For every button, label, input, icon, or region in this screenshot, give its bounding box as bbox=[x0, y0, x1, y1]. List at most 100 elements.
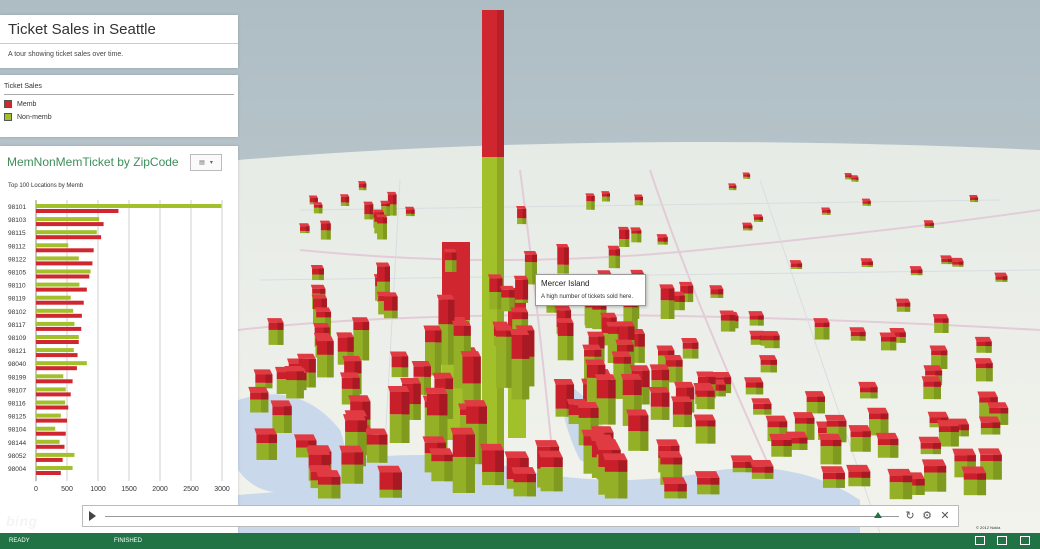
map-data-bar-top bbox=[601, 191, 610, 194]
map-data-bar-top bbox=[670, 396, 692, 403]
bing-logo: bing bbox=[6, 513, 38, 529]
map-data-bar bbox=[411, 213, 415, 217]
map-data-bar bbox=[478, 406, 487, 424]
map-data-bar-top bbox=[858, 381, 878, 388]
map-data-bar bbox=[522, 208, 527, 219]
bar-non-memb bbox=[36, 256, 79, 261]
map-data-bar bbox=[684, 414, 692, 428]
refresh-icon[interactable]: ↻ bbox=[903, 509, 917, 523]
status-bar: READY FINISHED bbox=[0, 533, 1040, 549]
map-data-bar-top bbox=[681, 337, 699, 343]
map-data-bar bbox=[434, 330, 442, 343]
map-data-bar-top bbox=[861, 198, 871, 202]
bar-non-memb bbox=[36, 295, 71, 300]
map-data-bar bbox=[608, 398, 616, 425]
x-tick-label: 1500 bbox=[121, 486, 137, 493]
map-data-bar bbox=[379, 434, 388, 445]
tour-title: Ticket Sales in Seattle bbox=[8, 21, 156, 38]
bar-non-memb bbox=[36, 374, 64, 379]
tour-title-panel: Ticket Sales in Seattle A tour showing t… bbox=[0, 15, 238, 68]
category-label: 98052 bbox=[8, 453, 26, 460]
map-data-bar-top bbox=[311, 294, 327, 299]
map-data-bar-top bbox=[867, 407, 889, 414]
bar-non-memb bbox=[36, 466, 73, 470]
map-data-bar-top bbox=[602, 453, 628, 461]
x-tick-label: 2500 bbox=[183, 486, 199, 493]
map-data-bar-top bbox=[751, 398, 772, 404]
map-data-bar bbox=[466, 434, 475, 457]
map-data-bar-top bbox=[769, 433, 792, 440]
map-data-bar-top bbox=[615, 339, 634, 345]
category-label: 98105 bbox=[8, 270, 26, 277]
page-layout-icon[interactable] bbox=[997, 536, 1007, 545]
map-data-bar bbox=[992, 422, 1001, 429]
map-data-bar bbox=[770, 359, 777, 365]
map-data-bar-top bbox=[515, 325, 535, 331]
map-data-bar bbox=[401, 414, 410, 444]
play-icon[interactable] bbox=[89, 511, 96, 521]
map-data-bar bbox=[296, 371, 304, 381]
gear-icon[interactable]: ⚙ bbox=[920, 509, 934, 523]
map-data-bar-top bbox=[978, 416, 1001, 423]
map-data-bar bbox=[673, 457, 683, 465]
map-data-bar bbox=[383, 223, 387, 240]
map-data-bar-top bbox=[534, 440, 560, 447]
map-data-bar bbox=[985, 368, 993, 382]
divider bbox=[4, 94, 234, 95]
map-data-bar bbox=[799, 437, 808, 444]
map-data-bar bbox=[797, 263, 803, 268]
map-data-bar bbox=[710, 484, 720, 495]
bar-non-memb bbox=[36, 348, 74, 353]
map-data-bar bbox=[369, 204, 374, 215]
bar-memb bbox=[36, 366, 77, 371]
map-data-bar bbox=[861, 471, 871, 478]
map-data-bar bbox=[606, 193, 610, 197]
map-data-bar bbox=[261, 392, 269, 400]
map-copyright: © 2012 Nokia bbox=[976, 525, 1001, 530]
map-data-bar bbox=[899, 336, 906, 343]
fullscreen-icon[interactable] bbox=[1020, 536, 1030, 545]
map-data-bar bbox=[1000, 407, 1009, 414]
map-data-bar-top bbox=[584, 359, 606, 365]
bar-chart[interactable]: 0 500 1000 1500 2000 2500 3000 98101 98103 98115 9… bbox=[0, 146, 238, 533]
map-data-bar-top bbox=[254, 428, 278, 435]
map-data-bar-top bbox=[389, 351, 409, 357]
map-data-bar bbox=[314, 198, 318, 203]
map-data-bar bbox=[817, 396, 825, 403]
bar-memb bbox=[36, 431, 66, 436]
map-data-bar-top bbox=[313, 323, 330, 328]
map-data-bar-top bbox=[511, 467, 536, 474]
map-data-bar bbox=[867, 201, 871, 204]
map-data-bar-top bbox=[464, 400, 487, 407]
map-data-bar bbox=[522, 299, 529, 303]
map-data-bar-top bbox=[844, 172, 853, 176]
map-data-bar bbox=[677, 491, 687, 499]
map-data-bar-top bbox=[618, 226, 630, 230]
map-data-bar-top bbox=[678, 281, 694, 286]
map-data-bar bbox=[320, 288, 326, 294]
map-data-bar bbox=[444, 461, 454, 482]
map-data-bar bbox=[950, 432, 959, 447]
map-data-bar-top bbox=[436, 294, 455, 300]
normal-view-icon[interactable] bbox=[975, 536, 985, 545]
map-data-bar bbox=[326, 223, 331, 231]
map-data-bar bbox=[663, 237, 668, 242]
map-data-bar bbox=[764, 472, 774, 479]
map-data-bar-top bbox=[299, 223, 310, 227]
map-annotation-tooltip[interactable]: Mercer Island A high number of tickets s… bbox=[535, 274, 646, 306]
map-data-bar bbox=[756, 382, 764, 388]
timeline-track[interactable] bbox=[105, 516, 899, 517]
close-icon[interactable]: ✕ bbox=[938, 509, 952, 523]
map-data-bar-top bbox=[460, 351, 481, 357]
map-data-bar-top bbox=[492, 321, 509, 327]
map-data-bar-top bbox=[596, 443, 621, 451]
timeline-position-marker[interactable] bbox=[874, 512, 882, 518]
map-data-bar-top bbox=[400, 378, 421, 384]
map-data-bar bbox=[959, 264, 964, 267]
map-data-bar bbox=[413, 383, 421, 405]
map-data-bar bbox=[836, 479, 845, 488]
map-data-bar bbox=[764, 403, 772, 410]
map-data-bar bbox=[675, 366, 683, 383]
map-data-bar bbox=[319, 207, 323, 214]
category-label: 98199 bbox=[8, 374, 26, 381]
